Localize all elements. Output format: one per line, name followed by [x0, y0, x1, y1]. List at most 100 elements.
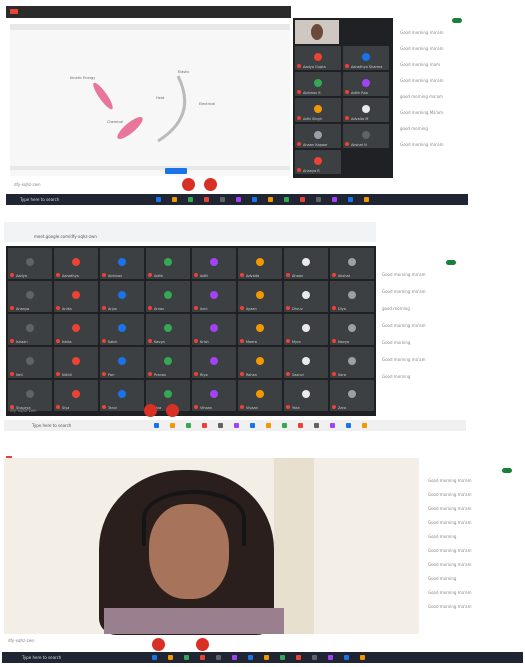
participant-tile[interactable]: Ahaan: [284, 248, 328, 279]
participant-tile[interactable]: Ayaan: [238, 281, 282, 312]
taskbar-app-icon[interactable]: [266, 423, 271, 428]
taskbar-app-icon[interactable]: [236, 197, 241, 202]
participant-tile[interactable]: Siya: [54, 380, 98, 411]
taskbar-app-icon[interactable]: [264, 655, 269, 660]
taskbar-app-icon[interactable]: [200, 655, 205, 660]
participant-tile[interactable]: Anika: [54, 281, 98, 312]
participant-tile[interactable]: Shaurya: [8, 380, 52, 411]
participant-tile[interactable]: Ahaan Kapoor: [295, 124, 341, 148]
mic-off-button[interactable]: [144, 404, 157, 417]
taskbar-app-icon[interactable]: [314, 423, 319, 428]
participant-tile[interactable]: Aditi: [192, 248, 236, 279]
taskbar-app-icon[interactable]: [364, 197, 369, 202]
taskbar-app-icon[interactable]: [360, 655, 365, 660]
participant-tile[interactable]: Myra: [284, 314, 328, 345]
taskbar-app-icon[interactable]: [188, 197, 193, 202]
participant-tile[interactable]: Avni: [192, 281, 236, 312]
taskbar-app-icon[interactable]: [152, 655, 157, 660]
taskbar-app-icon[interactable]: [312, 655, 317, 660]
taskbar-app-icon[interactable]: [344, 655, 349, 660]
participant-tile[interactable]: Dhruv: [284, 281, 328, 312]
participant-tile[interactable]: Saanvi: [284, 347, 328, 378]
chat-toggle[interactable]: [452, 18, 462, 23]
taskbar-app-icon[interactable]: [300, 197, 305, 202]
taskbar-app-icon[interactable]: [362, 423, 367, 428]
participant-tile[interactable]: Riya: [192, 347, 236, 378]
taskbar-app-icon[interactable]: [184, 655, 189, 660]
search-input[interactable]: Type here to search: [32, 423, 71, 428]
taskbar-app-icon[interactable]: [330, 423, 335, 428]
participant-tile[interactable]: Meera: [238, 314, 282, 345]
participant-tile[interactable]: Pari: [100, 347, 144, 378]
participant-tile[interactable]: Nikhil: [54, 347, 98, 378]
search-input[interactable]: Type here to search: [22, 655, 61, 660]
camera-off-button[interactable]: [166, 404, 179, 417]
participant-tile[interactable]: Adith: [146, 248, 190, 279]
participant-tile[interactable]: Advaita: [238, 248, 282, 279]
taskbar-app-icon[interactable]: [204, 197, 209, 202]
taskbar-app-icon[interactable]: [218, 423, 223, 428]
chat-toggle[interactable]: [502, 468, 512, 473]
taskbar-app-icon[interactable]: [250, 423, 255, 428]
taskbar-app-icon[interactable]: [252, 197, 257, 202]
participant-tile[interactable]: Navya: [330, 314, 374, 345]
participant-tile[interactable]: Arjun: [100, 281, 144, 312]
taskbar-app-icon[interactable]: [284, 197, 289, 202]
taskbar-app-icon[interactable]: [332, 197, 337, 202]
participant-tile[interactable]: Aadya Gupta: [295, 46, 341, 70]
participant-tile[interactable]: Akshat: [330, 248, 374, 279]
taskbar-app-icon[interactable]: [186, 423, 191, 428]
participant-tile[interactable]: Akshat N: [343, 124, 389, 148]
participant-tile[interactable]: Krish: [192, 314, 236, 345]
taskbar-app-icon[interactable]: [348, 197, 353, 202]
participant-tile[interactable]: Zara: [330, 380, 374, 411]
participant-tile[interactable]: Kavya: [146, 314, 190, 345]
taskbar-app-icon[interactable]: [346, 423, 351, 428]
participant-tile[interactable]: Arnav: [146, 281, 190, 312]
participant-tile[interactable]: Sara: [330, 347, 374, 378]
taskbar-app-icon[interactable]: [202, 423, 207, 428]
chat-toggle[interactable]: [446, 260, 456, 265]
taskbar-app-icon[interactable]: [268, 197, 273, 202]
url-text[interactable]: meet.google.com/dfy-xqhz-zwn: [34, 234, 97, 239]
taskbar-app-icon[interactable]: [248, 655, 253, 660]
taskbar-app-icon[interactable]: [216, 655, 221, 660]
participant-tile[interactable]: Yash: [284, 380, 328, 411]
taskbar-app-icon[interactable]: [296, 655, 301, 660]
participant-tile[interactable]: Abhinav K: [295, 72, 341, 96]
slide-blue-button[interactable]: [165, 168, 187, 174]
participant-tile[interactable]: Aaradhya: [54, 248, 98, 279]
participant-tile[interactable]: Kabir: [100, 314, 144, 345]
participant-tile[interactable]: Vihaan: [192, 380, 236, 411]
participant-tile[interactable]: Aditi Singh: [295, 98, 341, 122]
participant-tile[interactable]: Ananya R: [295, 150, 341, 174]
participant-tile[interactable]: Abhinav: [100, 248, 144, 279]
mic-off-button[interactable]: [182, 178, 195, 191]
taskbar-app-icon[interactable]: [168, 655, 173, 660]
participant-tile[interactable]: Ananya: [8, 281, 52, 312]
participant-tile[interactable]: Tanvi: [100, 380, 144, 411]
taskbar-app-icon[interactable]: [316, 197, 321, 202]
taskbar-app-icon[interactable]: [220, 197, 225, 202]
participant-tile[interactable]: Vivaan: [238, 380, 282, 411]
participant-tile[interactable]: Ishita: [54, 314, 98, 345]
taskbar-app-icon[interactable]: [328, 655, 333, 660]
participant-tile[interactable]: Neil: [8, 347, 52, 378]
taskbar-app-icon[interactable]: [172, 197, 177, 202]
taskbar-app-icon[interactable]: [154, 423, 159, 428]
taskbar-app-icon[interactable]: [156, 197, 161, 202]
camera-off-button[interactable]: [196, 638, 209, 651]
taskbar-app-icon[interactable]: [170, 423, 175, 428]
camera-off-button[interactable]: [204, 178, 217, 191]
participant-tile[interactable]: Aadya: [8, 248, 52, 279]
taskbar-app-icon[interactable]: [298, 423, 303, 428]
participant-tile[interactable]: Aaradhya Sharma: [343, 46, 389, 70]
participant-tile[interactable]: Pranav: [146, 347, 190, 378]
search-input[interactable]: Type here to search: [20, 197, 59, 202]
participant-tile[interactable]: Ishaan: [8, 314, 52, 345]
participant-tile[interactable]: Advaita M: [343, 98, 389, 122]
participant-tile[interactable]: Adith Rao: [343, 72, 389, 96]
mic-off-button[interactable]: [152, 638, 165, 651]
taskbar-app-icon[interactable]: [280, 655, 285, 660]
taskbar-app-icon[interactable]: [232, 655, 237, 660]
